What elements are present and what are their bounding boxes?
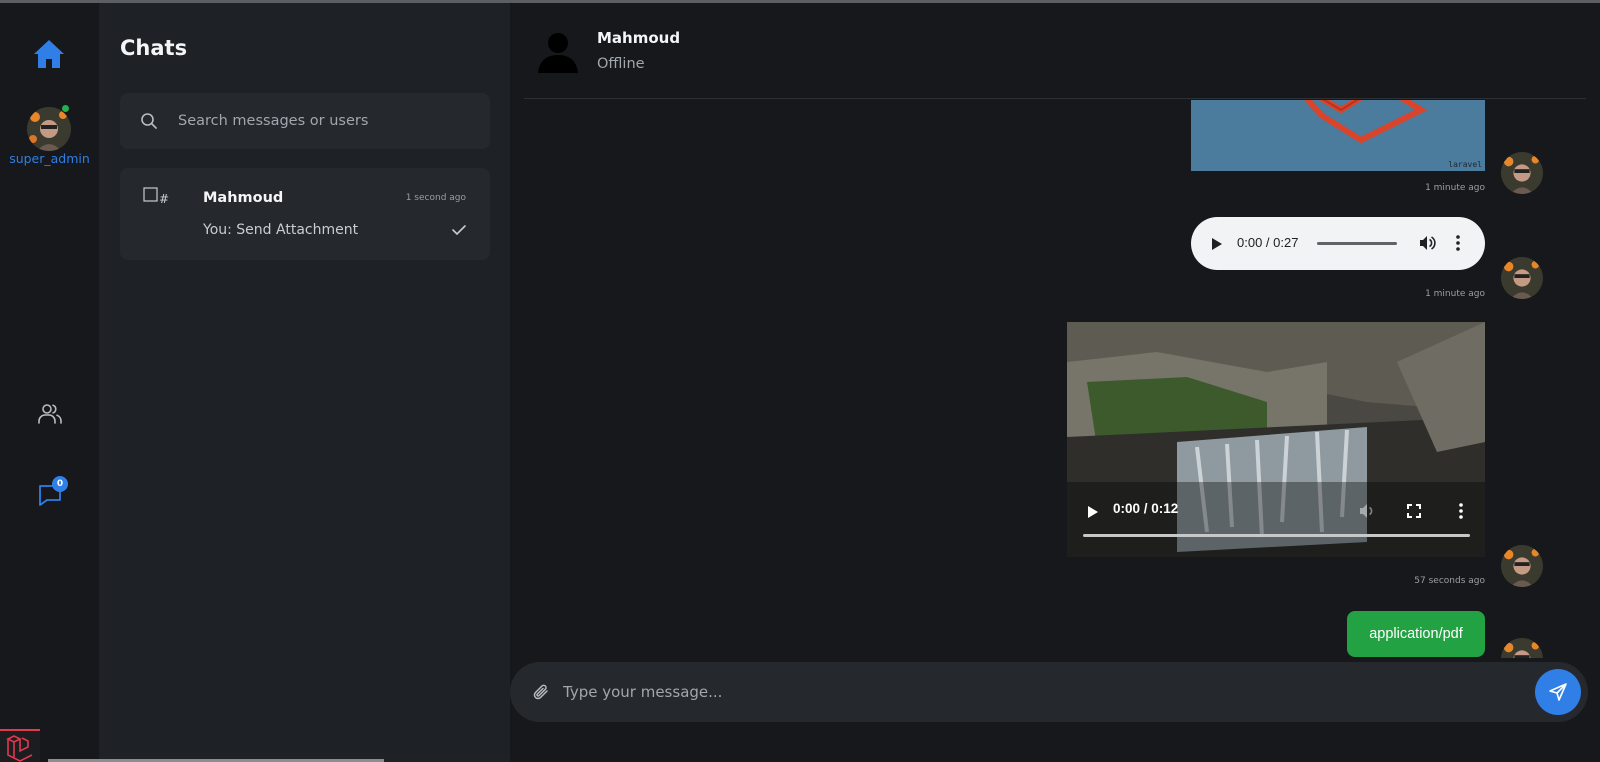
send-icon (1549, 683, 1567, 701)
left-rail: super_admin 0 (0, 3, 99, 762)
audio-time: 0:00 / 0:27 (1237, 235, 1299, 250)
search-box[interactable] (120, 93, 490, 149)
message-composer (510, 662, 1588, 722)
contact-status: Offline (597, 56, 645, 72)
check-icon (451, 222, 467, 236)
conversation-header: Mahmoud Offline (524, 3, 1586, 99)
image-caption: laravel (1448, 160, 1482, 169)
paperclip-icon[interactable] (532, 683, 550, 701)
fullscreen-icon[interactable] (1406, 503, 1422, 519)
file-attachment-button[interactable]: application/pdf (1347, 611, 1485, 657)
unread-badge: 0 (52, 476, 68, 492)
contacts-icon[interactable] (37, 401, 63, 427)
volume-icon[interactable] (1358, 502, 1376, 520)
user-avatar[interactable] (27, 104, 71, 151)
avatar (27, 107, 71, 151)
contact-avatar-icon[interactable] (536, 29, 580, 73)
more-options-icon[interactable] (1455, 234, 1461, 252)
chat-item-icon-text: # (159, 192, 169, 206)
message-list[interactable]: laravel 1 minute ago 0:00 / 0:27 1 minut… (510, 100, 1600, 658)
message-time: 57 seconds ago (1414, 576, 1485, 586)
audio-progress-track[interactable] (1317, 242, 1397, 245)
chat-list-item[interactable]: # Mahmoud 1 second ago You: Send Attachm… (120, 168, 490, 260)
video-player[interactable]: 0:00 / 0:12 (1067, 322, 1485, 557)
online-status-dot (61, 104, 70, 113)
conversation-pane: Mahmoud Offline laravel 1 minute ago 0:0… (510, 3, 1600, 762)
laravel-logo-icon[interactable] (0, 729, 40, 762)
avatar (1501, 257, 1543, 299)
chat-item-last-message: You: Send Attachment (203, 222, 359, 238)
current-username[interactable]: super_admin (0, 151, 99, 166)
broken-image-icon: # (143, 187, 171, 209)
audio-player[interactable]: 0:00 / 0:27 (1191, 217, 1485, 270)
home-icon[interactable] (31, 36, 67, 72)
message-time: 1 minute ago (1425, 289, 1485, 299)
chat-item-time: 1 second ago (405, 193, 466, 203)
panel-title: Chats (120, 36, 188, 60)
avatar (1501, 638, 1543, 658)
search-input[interactable] (178, 93, 478, 149)
avatar (1501, 152, 1543, 194)
contact-name: Mahmoud (597, 29, 681, 47)
more-options-icon[interactable] (1458, 502, 1464, 520)
play-icon[interactable] (1211, 236, 1223, 250)
message-input[interactable] (563, 662, 1463, 722)
search-icon (140, 112, 158, 130)
play-icon[interactable] (1087, 504, 1099, 518)
send-button[interactable] (1535, 669, 1581, 715)
image-attachment[interactable]: laravel (1191, 100, 1485, 171)
message-time: 1 minute ago (1425, 183, 1485, 193)
volume-icon[interactable] (1418, 234, 1436, 252)
video-time: 0:00 / 0:12 (1113, 501, 1179, 516)
chats-panel: Chats # Mahmoud 1 second ago You: Send A… (99, 3, 510, 762)
video-progress-track[interactable] (1083, 534, 1470, 537)
avatar (1501, 545, 1543, 587)
chat-item-name: Mahmoud (203, 190, 284, 206)
